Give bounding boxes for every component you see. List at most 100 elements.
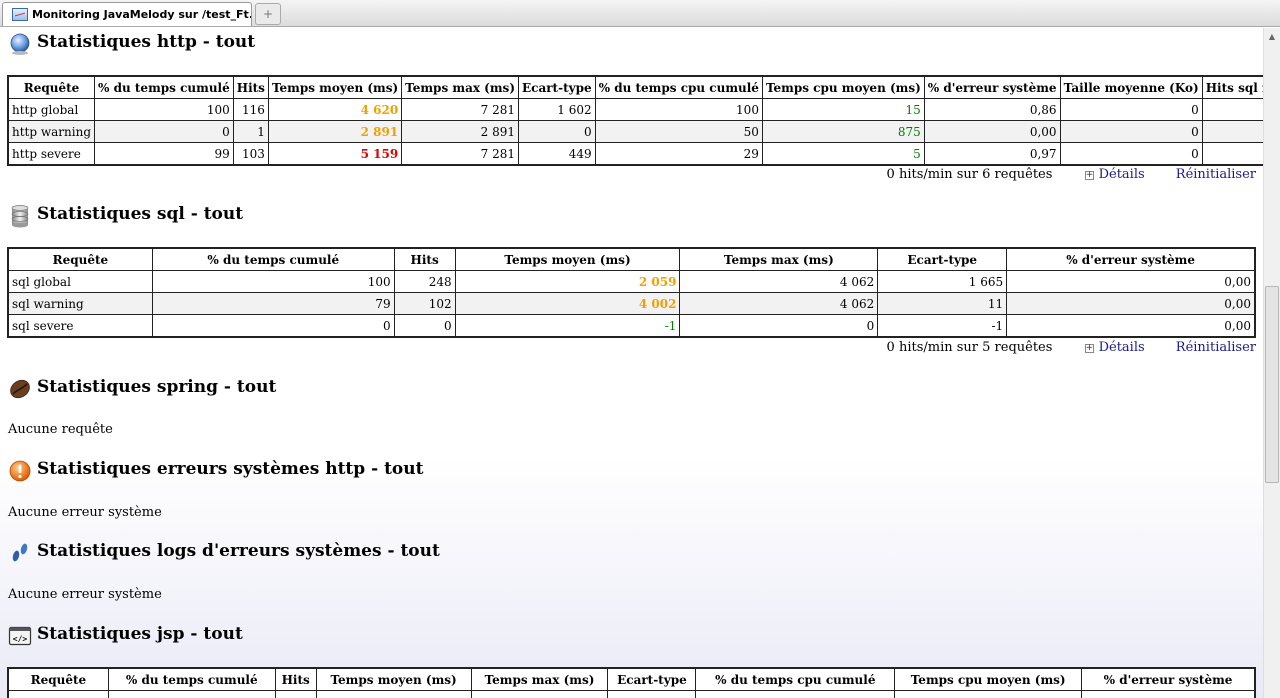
table-cell: 7 281 xyxy=(401,142,519,165)
table-cell: 449 xyxy=(518,142,596,165)
scroll-up-arrow-icon[interactable]: ▲ xyxy=(1264,28,1280,45)
table-cell: 4 620 xyxy=(267,98,403,121)
log-errors-empty-message: Aucune erreur système xyxy=(8,587,162,602)
table-cell: 7 281 xyxy=(401,98,519,121)
table-cell: -1 xyxy=(877,314,1008,337)
new-tab-button[interactable]: + xyxy=(255,3,281,25)
expand-plus-icon[interactable]: + xyxy=(1084,344,1094,353)
column-header[interactable]: Ecart-type xyxy=(607,668,697,691)
request-name-cell[interactable]: sql global xyxy=(8,270,153,293)
table-header-row: Requête% du temps cumulé Hits Temps moyen … xyxy=(8,248,1255,271)
column-header[interactable]: Ecart-type xyxy=(518,76,596,99)
browser-tab-title: Monitoring JavaMelody sur /test_Ft... xyxy=(32,8,252,21)
table-cell: 0,00 xyxy=(1006,270,1255,293)
section-title-text: Statistiques http - tout xyxy=(37,32,256,52)
browser-tab[interactable]: Monitoring JavaMelody sur /test_Ft... xyxy=(2,2,252,26)
table-cell: 1 xyxy=(1201,98,1263,121)
column-header[interactable]: Temps moyen (ms) xyxy=(267,76,403,99)
column-header[interactable]: % d'erreur système xyxy=(923,76,1061,99)
sql-footer: 0 hits/min sur 5 requêtes + Détails Réini… xyxy=(887,340,1256,358)
table-header-row: Requête% du temps cumulé Hits Temps moyen … xyxy=(8,668,1255,691)
table-cell: 2 059 xyxy=(454,270,681,293)
request-name-cell[interactable]: http severe xyxy=(7,142,96,165)
database-icon xyxy=(11,205,29,228)
expand-plus-icon[interactable]: + xyxy=(1084,171,1094,180)
column-header[interactable]: Requête xyxy=(8,248,153,271)
table-cell: 5 xyxy=(761,142,925,165)
table-cell: 103 xyxy=(232,142,269,165)
table-cell: 0 xyxy=(1059,142,1203,165)
table-cell: 0,00 xyxy=(1006,314,1255,337)
table-cell: 5 159 xyxy=(267,142,403,165)
table-cell: 0 xyxy=(1059,98,1203,121)
footprints-icon xyxy=(12,543,28,562)
scrollbar-thumb[interactable] xyxy=(1265,286,1279,483)
table-cell: 1 665 xyxy=(877,270,1008,293)
table-cell: 99 xyxy=(94,142,234,165)
column-header[interactable]: Requête xyxy=(7,76,96,99)
table-cell: 0 xyxy=(679,314,879,337)
table-cell: 0 xyxy=(518,120,596,143)
section-title-text: Statistiques sql - tout xyxy=(37,204,244,224)
table-row: sql severe 0 0 -1 0 -1 0,00 xyxy=(8,314,1255,337)
sql-reset-link[interactable]: Réinitialiser xyxy=(1176,340,1256,355)
warning-icon xyxy=(9,460,31,482)
table-cell: 0 xyxy=(151,314,395,337)
column-header[interactable]: Hits xyxy=(232,76,269,99)
table-header-row: Requête% du temps cumulé Hits Temps moyen … xyxy=(7,76,1263,99)
table-cell: 6 xyxy=(1201,120,1263,143)
http-footer: 0 hits/min sur 6 requêtes + Détails Réini… xyxy=(887,167,1256,185)
vertical-scrollbar[interactable]: ▲ xyxy=(1263,28,1280,698)
request-name-cell[interactable]: http global xyxy=(7,98,96,121)
column-header[interactable]: % du temps cpu cumulé xyxy=(695,668,896,691)
column-header[interactable]: % d'erreur système xyxy=(1006,248,1255,271)
section-title-text: Statistiques erreurs systèmes http - tou… xyxy=(37,459,424,479)
column-header[interactable]: % d'erreur système xyxy=(1081,668,1255,691)
column-header[interactable]: % du temps cumulé xyxy=(151,248,395,271)
table-cell: 1 xyxy=(232,120,269,143)
request-name-cell[interactable]: http warning xyxy=(7,120,96,143)
column-header[interactable]: Hits xyxy=(393,248,456,271)
table-cell: 15 xyxy=(761,98,925,121)
column-header[interactable]: Temps max (ms) xyxy=(679,248,879,271)
monitoring-favicon-icon xyxy=(12,8,28,21)
table-cell: 2 891 xyxy=(267,120,403,143)
column-header[interactable]: Taille moyenne (Ko) xyxy=(1059,76,1203,99)
column-header[interactable]: Temps cpu moyen (ms) xyxy=(894,668,1083,691)
table-cell: 248 xyxy=(393,270,456,293)
column-header[interactable]: Ecart-type xyxy=(877,248,1008,271)
table-cell: 100 xyxy=(94,98,234,121)
http-details-link[interactable]: Détails xyxy=(1099,167,1145,182)
request-name-cell[interactable]: sql severe xyxy=(8,314,153,337)
table-cell: 0,97 xyxy=(923,142,1061,165)
request-name-cell[interactable]: sql warning xyxy=(8,292,153,315)
column-header[interactable]: Temps max (ms) xyxy=(470,668,609,691)
table-cell: 29 xyxy=(594,142,763,165)
section-title-text: Statistiques logs d'erreurs systèmes - t… xyxy=(37,541,440,561)
column-header[interactable]: Hits xyxy=(274,668,317,691)
table-cell: 0,86 xyxy=(923,98,1061,121)
column-header[interactable]: Temps moyen (ms) xyxy=(454,248,681,271)
column-header[interactable]: Requête xyxy=(8,668,109,691)
column-header[interactable]: % du temps cumulé xyxy=(107,668,276,691)
section-title-text: Statistiques jsp - tout xyxy=(37,624,243,644)
table-cell: 100 xyxy=(594,98,763,121)
table-cell: 1 xyxy=(1201,142,1263,165)
column-header[interactable]: Temps moyen (ms) xyxy=(315,668,472,691)
table-cell: 100 xyxy=(151,270,395,293)
table-cell: 0,00 xyxy=(923,120,1061,143)
column-header[interactable]: Hits sql moyens xyxy=(1201,76,1263,99)
table-row: http global 100 116 4 620 7 281 1 602 100 15 0,8… xyxy=(7,98,1263,121)
sql-details-link[interactable]: Détails xyxy=(1099,340,1145,355)
column-header[interactable]: Temps max (ms) xyxy=(401,76,519,99)
sql-stats-table: Requête% du temps cumulé Hits Temps moyen … xyxy=(7,247,1256,338)
column-header[interactable]: % du temps cpu cumulé xyxy=(594,76,763,99)
column-header[interactable]: Temps cpu moyen (ms) xyxy=(761,76,925,99)
table-cell: 0,00 xyxy=(1006,292,1255,315)
table-cell: 11 xyxy=(877,292,1008,315)
http-reset-link[interactable]: Réinitialiser xyxy=(1176,167,1256,182)
sql-hits-summary: 0 hits/min sur 5 requêtes xyxy=(886,340,1053,355)
table-cell: 4 062 xyxy=(679,292,879,315)
column-header[interactable]: % du temps cumulé xyxy=(94,76,234,99)
section-title-text: Statistiques spring - tout xyxy=(37,377,277,397)
